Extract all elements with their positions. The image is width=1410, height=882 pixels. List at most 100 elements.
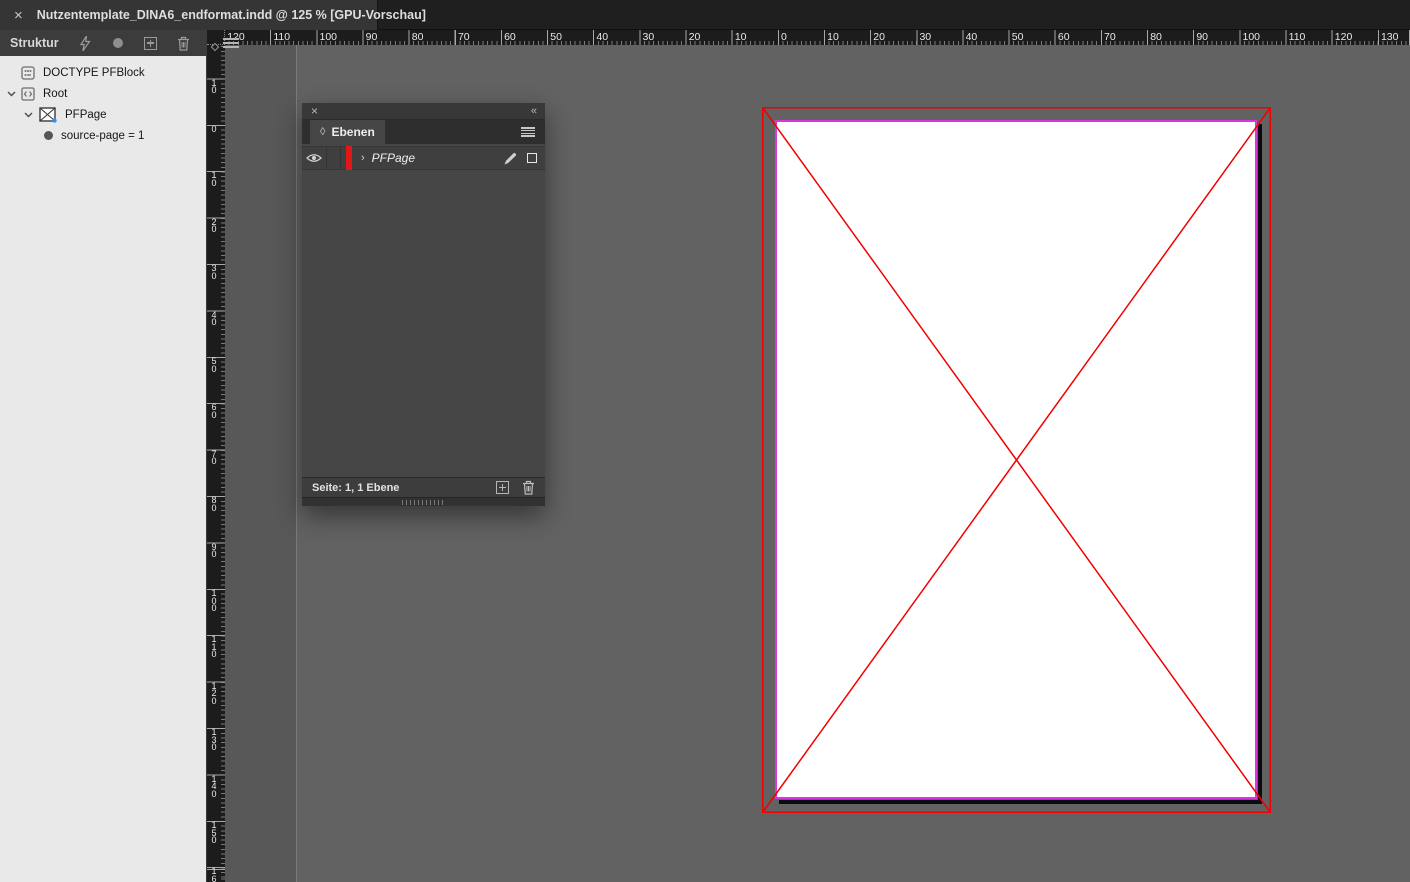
h-ruler-label: 100 xyxy=(320,31,338,43)
layer-color-swatch xyxy=(346,146,352,170)
h-ruler-label: 20 xyxy=(873,31,885,43)
h-ruler-label: 40 xyxy=(596,31,608,43)
h-ruler-label: 10 xyxy=(735,31,747,43)
v-ruler-label: 120 xyxy=(210,683,218,706)
h-ruler-label: 110 xyxy=(1289,31,1306,43)
tree-item-source-page[interactable]: source-page = 1 xyxy=(0,125,206,146)
v-ruler-label: 50 xyxy=(210,358,218,373)
structure-panel-menu-icon[interactable] xyxy=(223,35,239,51)
v-ruler-label: 110 xyxy=(210,636,218,659)
h-ruler-label: 80 xyxy=(1150,31,1162,43)
structure-panel-header: Struktur xyxy=(0,30,206,56)
h-ruler-label: 90 xyxy=(1196,31,1208,43)
panel-cycle-icon: ◊ xyxy=(320,126,325,138)
layers-panel: × « ◊ Ebenen › PFPage xyxy=(302,103,545,506)
v-ruler-label: 140 xyxy=(210,776,218,799)
panel-resize-handle[interactable] xyxy=(302,497,545,506)
tree-item-root[interactable]: Root xyxy=(0,83,206,104)
panel-menu-icon[interactable] xyxy=(521,127,535,137)
tab-ebenen-label: Ebenen xyxy=(331,125,374,139)
delete-element-trash-icon[interactable] xyxy=(176,35,192,51)
page-frame-icon xyxy=(39,107,57,123)
layer-visibility-toggle[interactable] xyxy=(302,147,327,169)
document-page[interactable] xyxy=(775,120,1257,799)
h-ruler-label: 50 xyxy=(1012,31,1024,43)
page-shadow-right xyxy=(1258,124,1262,804)
layer-row-pfpage[interactable]: › PFPage xyxy=(302,146,545,170)
v-ruler-label: 0 xyxy=(210,126,218,134)
h-ruler-label: 30 xyxy=(643,31,655,43)
layers-panel-statusbar: Seite: 1, 1 Ebene xyxy=(302,477,545,497)
layers-list: › PFPage xyxy=(302,144,545,477)
v-ruler-label: 90 xyxy=(210,544,218,559)
eye-icon xyxy=(306,153,322,163)
resize-grip-icon xyxy=(402,500,446,505)
h-ruler-label: 80 xyxy=(412,31,424,43)
layer-edit-pencil-icon[interactable] xyxy=(504,152,517,165)
h-ruler-label: 30 xyxy=(919,31,931,43)
tree-item-doctype[interactable]: DOCTYPE PFBlock xyxy=(0,62,206,83)
tree-item-label: PFPage xyxy=(65,109,107,121)
layer-selection-indicator[interactable] xyxy=(527,153,537,163)
h-ruler-label: 110 xyxy=(273,31,290,43)
tree-item-label: source-page = 1 xyxy=(61,130,144,142)
vertical-ruler[interactable]: 2010010203040506070809010011012013014015… xyxy=(207,45,225,882)
horizontal-ruler[interactable]: 1201101009080706050403020100102030405060… xyxy=(225,30,1410,45)
layer-name[interactable]: PFPage xyxy=(372,151,504,165)
add-element-icon[interactable] xyxy=(143,35,159,51)
v-ruler-label: 10 xyxy=(210,172,218,187)
v-ruler-label: 10 xyxy=(210,80,218,95)
h-ruler-label: 10 xyxy=(827,31,839,43)
v-ruler-label: 40 xyxy=(210,312,218,327)
v-ruler-label: 70 xyxy=(210,451,218,466)
v-ruler-label: 130 xyxy=(210,729,218,752)
h-ruler-label: 60 xyxy=(1058,31,1070,43)
layer-expand-chevron-icon[interactable]: › xyxy=(361,152,365,164)
v-ruler-label: 30 xyxy=(210,265,218,280)
layers-panel-titlebar[interactable]: × « xyxy=(302,103,545,120)
validate-lightning-icon[interactable] xyxy=(77,35,93,51)
v-ruler-label: 20 xyxy=(210,219,218,234)
collapse-panel-icon[interactable]: « xyxy=(531,105,536,117)
element-icon xyxy=(21,87,35,101)
h-ruler-label: 90 xyxy=(366,31,378,43)
h-ruler-label: 60 xyxy=(504,31,516,43)
window-titlebar: × Nutzentemplate_DINA6_endformat.indd @ … xyxy=(0,0,1410,30)
v-ruler-label: 160 xyxy=(210,868,218,882)
h-ruler-label: 70 xyxy=(1104,31,1116,43)
structure-panel-title: Struktur xyxy=(10,36,59,50)
h-ruler-label: 20 xyxy=(689,31,701,43)
page-shadow-bottom xyxy=(779,800,1262,804)
tree-item-label: DOCTYPE PFBlock xyxy=(43,67,145,79)
delete-layer-trash-icon[interactable] xyxy=(522,480,535,495)
v-ruler-label: 100 xyxy=(210,590,218,613)
layers-panel-tabrow: ◊ Ebenen xyxy=(302,120,545,144)
h-ruler-label: 100 xyxy=(1243,31,1261,43)
v-ruler-label: 80 xyxy=(210,497,218,512)
tab-ebenen[interactable]: ◊ Ebenen xyxy=(310,120,385,144)
close-panel-icon[interactable]: × xyxy=(311,105,318,117)
layers-status-text: Seite: 1, 1 Ebene xyxy=(312,482,496,494)
tree-item-label: Root xyxy=(43,88,67,100)
new-layer-icon[interactable] xyxy=(496,481,509,494)
structure-panel: Struktur xyxy=(0,30,207,882)
h-ruler-label: 120 xyxy=(1335,31,1353,43)
v-ruler-label: 150 xyxy=(210,822,218,845)
h-ruler-label: 50 xyxy=(550,31,562,43)
v-ruler-label: 60 xyxy=(210,404,218,419)
tree-item-pfpage[interactable]: PFPage xyxy=(0,104,206,125)
layer-lock-cell[interactable] xyxy=(327,147,341,169)
structure-tree: DOCTYPE PFBlock Root xyxy=(0,56,206,146)
h-ruler-label: 40 xyxy=(966,31,978,43)
attribute-bullet-icon xyxy=(44,131,53,140)
doctype-icon xyxy=(21,66,35,80)
add-attribute-icon[interactable] xyxy=(110,35,126,51)
chevron-down-icon[interactable] xyxy=(23,110,33,120)
close-document-icon[interactable]: × xyxy=(14,8,23,23)
h-ruler-label: 70 xyxy=(458,31,470,43)
chevron-down-icon[interactable] xyxy=(6,89,16,99)
h-ruler-label: 130 xyxy=(1381,31,1399,43)
h-ruler-label: 0 xyxy=(781,31,787,43)
document-title: Nutzentemplate_DINA6_endformat.indd @ 12… xyxy=(37,8,426,22)
document-tab[interactable]: × Nutzentemplate_DINA6_endformat.indd @ … xyxy=(0,0,378,30)
